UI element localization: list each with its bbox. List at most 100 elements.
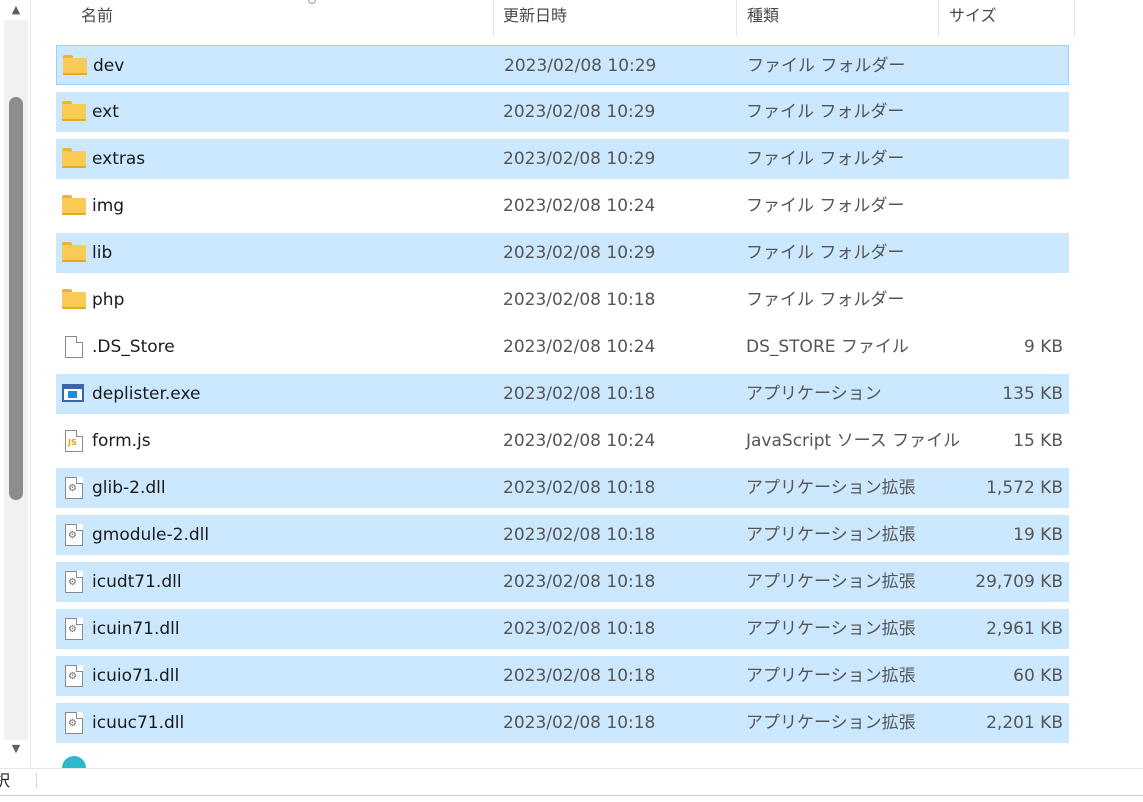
file-type: アプリケーション拡張: [746, 478, 916, 498]
file-type: ファイル フォルダー: [746, 196, 905, 216]
folder-icon: [63, 55, 87, 77]
file-row[interactable]: ext 2023/02/08 10:29 ファイル フォルダー: [56, 92, 1069, 132]
file-type: アプリケーション拡張: [746, 572, 916, 592]
file-size: 15 KB: [1013, 431, 1063, 451]
file-row[interactable]: deplister.exe 2023/02/08 10:18 アプリケーション 135…: [56, 374, 1069, 414]
file-name: form.js: [92, 431, 151, 451]
file-type: ファイル フォルダー: [746, 290, 905, 310]
scrollbar-thumb[interactable]: [9, 97, 23, 500]
column-header-size[interactable]: サイズ: [939, 0, 1073, 34]
file-size: 19 KB: [1013, 525, 1063, 545]
file-row[interactable]: ⚙ glib-2.dll 2023/02/08 10:18 アプリケーション拡張 1,5…: [56, 468, 1069, 508]
file-row[interactable]: php 2023/02/08 10:18 ファイル フォルダー: [56, 280, 1069, 320]
dll-file-icon: ⚙: [62, 618, 86, 640]
file-name: php: [92, 290, 125, 310]
file-modified-date: 2023/02/08 10:18: [503, 666, 656, 686]
partially-visible-file-icon: [62, 756, 86, 768]
pane-divider: [30, 0, 31, 768]
column-header-date[interactable]: 更新日時: [493, 0, 733, 34]
scroll-up-arrow-icon[interactable]: ▲: [6, 3, 26, 17]
file-name: icuio71.dll: [92, 666, 180, 686]
file-row[interactable]: lib 2023/02/08 10:29 ファイル フォルダー: [56, 233, 1069, 273]
file-size: 1,572 KB: [986, 478, 1063, 498]
file-size: 135 KB: [1002, 384, 1063, 404]
file-size: 60 KB: [1013, 666, 1063, 686]
dll-file-icon: ⚙: [62, 571, 86, 593]
file-name: icuin71.dll: [92, 619, 180, 639]
file-modified-date: 2023/02/08 10:18: [503, 619, 656, 639]
file-row[interactable]: .DS_Store 2023/02/08 10:24 DS_STORE ファイル 9 …: [56, 327, 1069, 367]
file-row[interactable]: extras 2023/02/08 10:29 ファイル フォルダー: [56, 139, 1069, 179]
file-modified-date: 2023/02/08 10:29: [504, 56, 657, 76]
file-row[interactable]: ⚙ icudt71.dll 2023/02/08 10:18 アプリケーション拡張 29…: [56, 562, 1069, 602]
file-modified-date: 2023/02/08 10:18: [503, 290, 656, 310]
file-type: アプリケーション拡張: [746, 525, 916, 545]
column-header-name[interactable]: 名前: [71, 0, 491, 34]
file-name: glib-2.dll: [92, 478, 166, 498]
file-type: ファイル フォルダー: [747, 56, 906, 76]
file-row[interactable]: ⚙ icuio71.dll 2023/02/08 10:18 アプリケーション拡張 60…: [56, 656, 1069, 696]
folder-icon: [62, 242, 86, 264]
file-size: 9 KB: [1023, 337, 1063, 357]
column-resize-handle[interactable]: [1074, 0, 1075, 36]
file-row[interactable]: ⚙ gmodule-2.dll 2023/02/08 10:18 アプリケーション拡張…: [56, 515, 1069, 555]
folder-icon: [62, 148, 86, 170]
folder-icon: [62, 289, 86, 311]
status-bar: 択: [0, 768, 1143, 802]
file-name: extras: [92, 149, 146, 169]
file-modified-date: 2023/02/08 10:18: [503, 572, 656, 592]
status-separator: [36, 773, 37, 789]
dll-file-icon: ⚙: [62, 477, 86, 499]
javascript-file-icon: JS: [62, 430, 86, 452]
file-type: アプリケーション拡張: [746, 713, 916, 733]
file-name: icudt71.dll: [92, 572, 182, 592]
file-row[interactable]: dev 2023/02/08 10:29 ファイル フォルダー: [56, 45, 1069, 85]
file-name: .DS_Store: [92, 337, 175, 357]
file-size: 2,961 KB: [986, 619, 1063, 639]
file-name: dev: [93, 56, 125, 76]
file-modified-date: 2023/02/08 10:29: [503, 102, 656, 122]
scroll-down-arrow-icon[interactable]: ▼: [6, 742, 26, 756]
vertical-scrollbar[interactable]: ▲ ▼: [0, 0, 30, 768]
file-name: img: [92, 196, 125, 216]
application-icon: [62, 383, 86, 405]
file-modified-date: 2023/02/08 10:18: [503, 478, 656, 498]
file-type: JavaScript ソース ファイル: [746, 431, 961, 451]
file-name: gmodule-2.dll: [92, 525, 210, 545]
file-type: ファイル フォルダー: [746, 243, 905, 263]
file-type: アプリケーション拡張: [746, 666, 916, 686]
file-name: lib: [92, 243, 113, 263]
file-row[interactable]: ⚙ icuuc71.dll 2023/02/08 10:18 アプリケーション拡張 2,…: [56, 703, 1069, 743]
file-row[interactable]: ⚙ icuin71.dll 2023/02/08 10:18 アプリケーション拡張 2,…: [56, 609, 1069, 649]
file-row[interactable]: JS form.js 2023/02/08 10:24 JavaScript ソース …: [56, 421, 1069, 461]
file-type: ファイル フォルダー: [746, 102, 905, 122]
file-size: 2,201 KB: [986, 713, 1063, 733]
folder-icon: [62, 101, 86, 123]
file-name: deplister.exe: [92, 384, 201, 404]
file-type: アプリケーション: [746, 384, 882, 404]
file-modified-date: 2023/02/08 10:24: [503, 196, 656, 216]
file-name: ext: [92, 102, 119, 122]
dll-file-icon: ⚙: [62, 712, 86, 734]
file-modified-date: 2023/02/08 10:18: [503, 713, 656, 733]
folder-icon: [62, 195, 86, 217]
status-text: 択: [0, 771, 11, 790]
file-modified-date: 2023/02/08 10:18: [503, 525, 656, 545]
window-bottom-border: [0, 795, 1143, 796]
file-type: DS_STORE ファイル: [746, 337, 909, 357]
dll-file-icon: ⚙: [62, 665, 86, 687]
file-name: icuuc71.dll: [92, 713, 185, 733]
column-header-type[interactable]: 種類: [737, 0, 937, 34]
file-modified-date: 2023/02/08 10:24: [503, 337, 656, 357]
file-modified-date: 2023/02/08 10:29: [503, 149, 656, 169]
column-header: 名前 更新日時 種類 サイズ: [31, 0, 1076, 36]
file-size: 29,709 KB: [975, 572, 1063, 592]
file-modified-date: 2023/02/08 10:18: [503, 384, 656, 404]
file-modified-date: 2023/02/08 10:24: [503, 431, 656, 451]
file-type: ファイル フォルダー: [746, 149, 905, 169]
dll-file-icon: ⚙: [62, 524, 86, 546]
blank-file-icon: [62, 336, 86, 358]
file-row[interactable]: img 2023/02/08 10:24 ファイル フォルダー: [56, 186, 1069, 226]
file-modified-date: 2023/02/08 10:29: [503, 243, 656, 263]
file-type: アプリケーション拡張: [746, 619, 916, 639]
